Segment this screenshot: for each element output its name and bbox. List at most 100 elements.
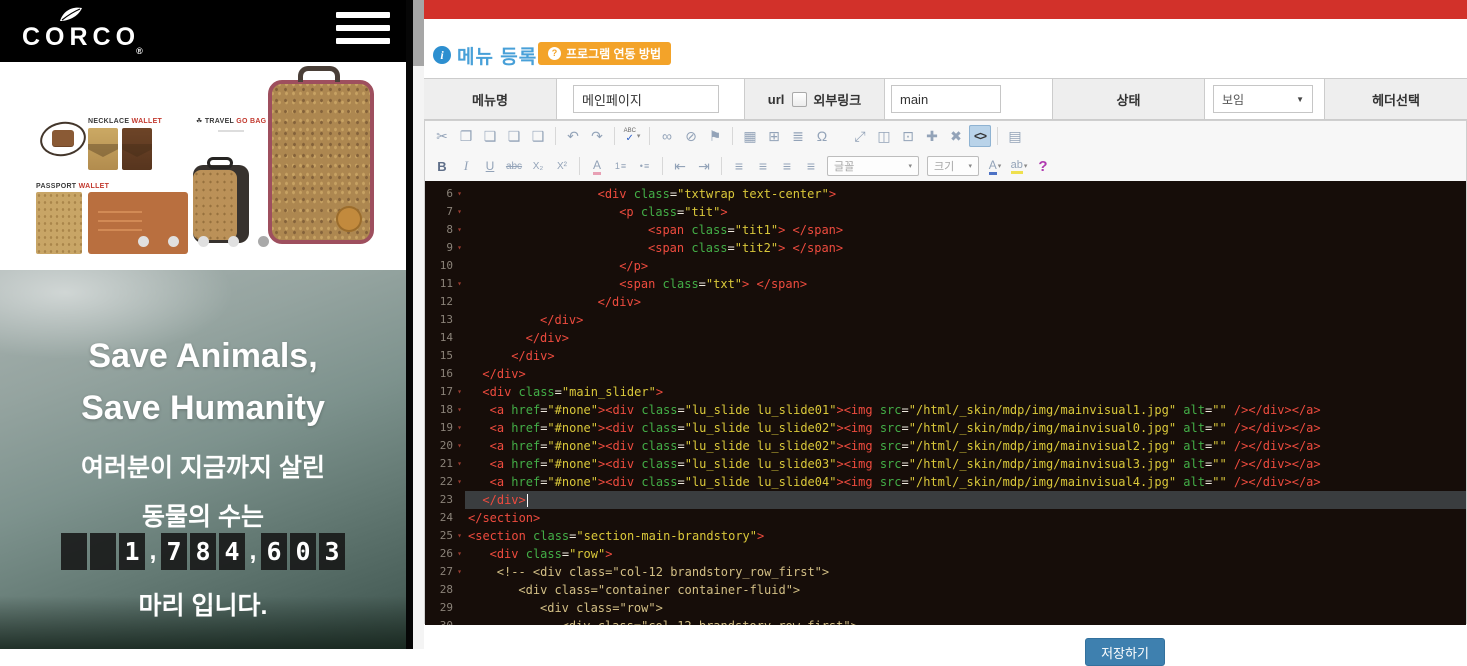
redo-icon[interactable]: ↷ (586, 125, 608, 147)
save-button[interactable]: 저장하기 (1085, 638, 1165, 666)
fold-arrow-icon[interactable]: ▾ (454, 527, 465, 545)
code-line[interactable]: 30<div class="col-12 brandstory_row_firs… (425, 617, 1466, 625)
fold-arrow-icon[interactable]: ▾ (454, 275, 465, 293)
help-icon[interactable]: ? (1032, 155, 1054, 177)
external-link-checkbox[interactable] (792, 92, 807, 107)
text-color-icon[interactable]: A▾ (984, 155, 1006, 177)
paste-from-word-icon[interactable]: ❑ (527, 125, 549, 147)
indent-icon[interactable]: ⇥ (693, 155, 715, 177)
scrollbar-thumb[interactable] (413, 0, 424, 66)
code-line[interactable]: 26▾<div class="row"> (425, 545, 1466, 563)
select-all-icon[interactable]: ⊡ (897, 125, 919, 147)
outdent-icon[interactable]: ⇤ (669, 155, 691, 177)
paste-icon[interactable]: ❏ (479, 125, 501, 147)
fold-arrow-icon[interactable]: ▾ (454, 401, 465, 419)
code-line[interactable]: 19▾<a href="#none"><div class="lu_slide … (425, 419, 1466, 437)
find-replace-icon[interactable]: ◫ (873, 125, 895, 147)
align-left-icon[interactable]: ≡ (728, 155, 750, 177)
image-icon[interactable]: ▦ (739, 125, 761, 147)
fold-arrow-icon[interactable]: ▾ (454, 419, 465, 437)
font-size-select[interactable]: 크기▾ (927, 156, 979, 176)
code-line[interactable]: 22▾<a href="#none"><div class="lu_slide … (425, 473, 1466, 491)
paste-plain-text-icon[interactable]: ❏ (503, 125, 525, 147)
code-line[interactable]: 12</div> (425, 293, 1466, 311)
code-line[interactable]: 28<div class="container container-fluid"… (425, 581, 1466, 599)
code-line[interactable]: 24</section> (425, 509, 1466, 527)
highlight-color-icon[interactable]: ab▾ (1008, 155, 1030, 177)
code-line[interactable]: 17▾<div class="main_slider"> (425, 383, 1466, 401)
brand-logo[interactable]: CORCO® (22, 4, 152, 50)
fold-arrow-icon[interactable]: ▾ (454, 545, 465, 563)
slider-dot[interactable] (258, 236, 269, 247)
source-code-area[interactable]: 6▾<div class="txtwrap text-center">7▾<p … (425, 181, 1466, 625)
status-select[interactable]: 보임 ▼ (1213, 85, 1313, 113)
fold-arrow-icon[interactable]: ▾ (454, 203, 465, 221)
preview-scrollbar[interactable] (413, 0, 424, 649)
code-line[interactable]: 29<div class="row"> (425, 599, 1466, 617)
code-line[interactable]: 15</div> (425, 347, 1466, 365)
line-number: 16 (431, 365, 453, 383)
program-link-help-button[interactable]: ? 프로그램 연동 방법 (538, 42, 671, 65)
code-line[interactable]: 7▾<p class="tit"> (425, 203, 1466, 221)
font-family-select[interactable]: 글꼴▾ (827, 156, 919, 176)
code-line[interactable]: 6▾<div class="txtwrap text-center"> (425, 185, 1466, 203)
underline-icon[interactable]: U (479, 155, 501, 177)
fold-arrow-icon[interactable]: ▾ (454, 473, 465, 491)
copy-icon[interactable]: ❐ (455, 125, 477, 147)
align-justify-icon[interactable]: ≡ (800, 155, 822, 177)
spell-suggest-remove-icon[interactable]: ✖ (945, 125, 967, 147)
code-line[interactable]: 11▾<span class="txt"> </span> (425, 275, 1466, 293)
strikethrough-icon[interactable]: abc (503, 155, 525, 177)
code-line[interactable]: 27▾<!-- <div class="col-12 brandstory_ro… (425, 563, 1466, 581)
link-icon[interactable]: ∞ (656, 125, 678, 147)
fold-arrow-icon[interactable]: ▾ (454, 455, 465, 473)
print-icon[interactable]: ▤ (1004, 125, 1026, 147)
cut-icon[interactable]: ✂ (431, 125, 453, 147)
subscript-icon[interactable]: X₂ (527, 155, 549, 177)
bold-icon[interactable]: B (431, 155, 453, 177)
maximize-icon[interactable]: ⤢ (849, 125, 871, 147)
code-line[interactable]: 13</div> (425, 311, 1466, 329)
line-number: 17 (431, 383, 453, 401)
undo-icon[interactable]: ↶ (562, 125, 584, 147)
code-line[interactable]: 18▾<a href="#none"><div class="lu_slide … (425, 401, 1466, 419)
line-number: 14 (431, 329, 453, 347)
menu-name-input[interactable] (573, 85, 719, 113)
fold-arrow-icon[interactable]: ▾ (454, 221, 465, 239)
horizontal-rule-icon[interactable]: ≣ (787, 125, 809, 147)
table-icon[interactable]: ⊞ (763, 125, 785, 147)
slider-dot[interactable] (138, 236, 149, 247)
italic-icon[interactable]: I (455, 155, 477, 177)
code-line[interactable]: 10</p> (425, 257, 1466, 275)
slider-dot[interactable] (228, 236, 239, 247)
fold-arrow-icon[interactable]: ▾ (454, 383, 465, 401)
fold-arrow-icon[interactable]: ▾ (454, 437, 465, 455)
url-input[interactable] (891, 85, 1001, 113)
spell-check-icon[interactable]: ABC✓▾ (621, 125, 643, 147)
anchor-icon[interactable]: ⚑ (704, 125, 726, 147)
code-line[interactable]: 20▾<a href="#none"><div class="lu_slide … (425, 437, 1466, 455)
unlink-icon[interactable]: ⊘ (680, 125, 702, 147)
special-character-icon[interactable]: Ω (811, 125, 833, 147)
hamburger-menu-icon[interactable] (336, 12, 390, 44)
code-line[interactable]: 21▾<a href="#none"><div class="lu_slide … (425, 455, 1466, 473)
slider-dot[interactable] (198, 236, 209, 247)
spell-suggest-add-icon[interactable]: ✚ (921, 125, 943, 147)
fold-arrow-icon[interactable]: ▾ (454, 563, 465, 581)
source-icon[interactable]: <> (969, 125, 991, 147)
fold-arrow-icon[interactable]: ▾ (454, 239, 465, 257)
numbered-list-icon[interactable]: 1≡ (610, 155, 632, 177)
code-line[interactable]: 23</div> (425, 491, 1466, 509)
remove-format-icon[interactable]: A (586, 155, 608, 177)
fold-arrow-icon[interactable]: ▾ (454, 185, 465, 203)
code-line[interactable]: 14</div> (425, 329, 1466, 347)
code-line[interactable]: 8▾<span class="tit1"> </span> (425, 221, 1466, 239)
align-center-icon[interactable]: ≡ (752, 155, 774, 177)
code-line[interactable]: 25▾<section class="section-main-brandsto… (425, 527, 1466, 545)
code-line[interactable]: 16</div> (425, 365, 1466, 383)
superscript-icon[interactable]: X² (551, 155, 573, 177)
align-right-icon[interactable]: ≡ (776, 155, 798, 177)
bulleted-list-icon[interactable]: •≡ (634, 155, 656, 177)
code-line[interactable]: 9▾<span class="tit2"> </span> (425, 239, 1466, 257)
slider-dot[interactable] (168, 236, 179, 247)
